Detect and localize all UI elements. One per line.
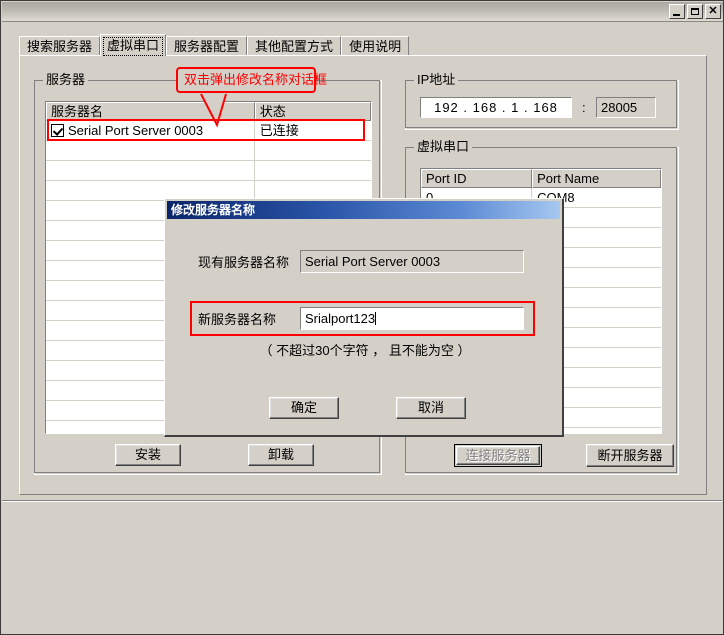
tab-label: 其他配置方式 bbox=[255, 39, 334, 54]
dialog-title-text: 修改服务器名称 bbox=[171, 203, 256, 217]
tab-server-config[interactable]: 服务器配置 bbox=[166, 36, 248, 56]
tab-label: 服务器配置 bbox=[174, 39, 240, 54]
uninstall-button[interactable]: 卸载 bbox=[248, 444, 314, 466]
existing-name-label: 现有服务器名称 bbox=[198, 255, 290, 270]
dialog-cancel-button[interactable]: 取消 bbox=[396, 397, 466, 419]
tab-other-config[interactable]: 其他配置方式 bbox=[247, 36, 342, 56]
close-icon: ✕ bbox=[708, 5, 718, 17]
rename-server-dialog: 修改服务器名称 现有服务器名称 Serial Port Server 0003 … bbox=[164, 198, 564, 437]
existing-name-value: Serial Port Server 0003 bbox=[300, 250, 524, 273]
tab-label: 搜索服务器 bbox=[27, 39, 93, 54]
column-header-port-id[interactable]: Port ID bbox=[421, 169, 533, 188]
disconnect-server-button[interactable]: 断开服务器 bbox=[586, 444, 674, 467]
cell-empty bbox=[255, 161, 371, 180]
table-row-empty[interactable] bbox=[46, 161, 371, 181]
status-separator bbox=[2, 500, 722, 502]
window-controls: ✕ bbox=[669, 4, 721, 19]
name-rule-hint: （ 不超过30个字符 ， 且不能为空 ） bbox=[259, 343, 471, 358]
minimize-button[interactable] bbox=[669, 4, 685, 19]
vport-group-title: 虚拟串口 bbox=[414, 140, 473, 154]
install-button[interactable]: 安装 bbox=[115, 444, 181, 466]
maximize-button[interactable] bbox=[687, 4, 703, 19]
server-group-title: 服务器 bbox=[43, 73, 89, 87]
column-header-port-name[interactable]: Port Name bbox=[532, 169, 661, 188]
text-caret bbox=[375, 312, 377, 325]
maximize-icon bbox=[691, 8, 699, 15]
ip-group-box: IP地址 192 . 168 . 1 . 168 : 28005 bbox=[405, 73, 679, 130]
dialog-ok-button[interactable]: 确定 bbox=[269, 397, 339, 419]
cell-empty bbox=[255, 141, 371, 160]
server-list-header: 服务器名 状态 bbox=[46, 102, 371, 121]
dialog-ok-label: 确定 bbox=[290, 400, 317, 415]
new-name-input-value: Srialport123 bbox=[305, 311, 376, 326]
new-name-label: 新服务器名称 bbox=[198, 312, 277, 327]
server-name-text: Serial Port Server 0003 bbox=[68, 123, 204, 138]
install-button-label: 安装 bbox=[134, 447, 161, 462]
dialog-cancel-label: 取消 bbox=[417, 400, 444, 415]
close-button[interactable]: ✕ bbox=[705, 4, 721, 19]
cell-status: 已连接 bbox=[259, 123, 299, 138]
window-titlebar: ✕ bbox=[2, 2, 723, 22]
connect-server-button[interactable]: 连接服务器 bbox=[454, 444, 542, 467]
ip-address-input[interactable]: 192 . 168 . 1 . 168 bbox=[420, 97, 572, 118]
dialog-titlebar: 修改服务器名称 bbox=[167, 201, 560, 219]
annotation-callout: 双击弹出修改名称对话框 bbox=[176, 67, 327, 93]
cell-empty bbox=[46, 141, 255, 160]
tab-virtual-serial-port[interactable]: 虚拟串口 bbox=[100, 34, 167, 56]
row-checkbox[interactable] bbox=[51, 124, 64, 137]
connect-server-button-label: 连接服务器 bbox=[465, 448, 531, 463]
column-header-server-name[interactable]: 服务器名 bbox=[46, 102, 255, 121]
column-header-status[interactable]: 状态 bbox=[254, 102, 371, 121]
vport-list-header: Port ID Port Name bbox=[421, 169, 661, 188]
port-input[interactable]: 28005 bbox=[596, 97, 656, 118]
tab-search-server[interactable]: 搜索服务器 bbox=[19, 36, 101, 56]
uninstall-button-label: 卸载 bbox=[267, 447, 294, 462]
annotation-text: 双击弹出修改名称对话框 bbox=[184, 72, 328, 87]
disconnect-server-button-label: 断开服务器 bbox=[597, 448, 663, 463]
ip-group-title: IP地址 bbox=[414, 73, 459, 87]
tab-focus-rect bbox=[103, 37, 164, 56]
tab-bar: 搜索服务器 虚拟串口 服务器配置 其他配置方式 使用说明 bbox=[19, 34, 410, 56]
tab-label: 使用说明 bbox=[349, 39, 402, 54]
table-row[interactable]: Serial Port Server 0003 已连接 bbox=[46, 121, 371, 141]
application-window: ✕ 搜索服务器 虚拟串口 服务器配置 其他配置方式 使用说明 服务器 服务器名 … bbox=[0, 0, 724, 635]
minimize-icon bbox=[673, 14, 680, 16]
tab-instructions[interactable]: 使用说明 bbox=[341, 36, 410, 56]
new-name-input[interactable]: Srialport123 bbox=[300, 307, 524, 330]
table-row-empty[interactable] bbox=[46, 141, 371, 161]
cell-server-name[interactable]: Serial Port Server 0003 bbox=[46, 121, 255, 140]
ip-port-separator: : bbox=[582, 100, 586, 115]
cell-empty bbox=[46, 161, 255, 180]
